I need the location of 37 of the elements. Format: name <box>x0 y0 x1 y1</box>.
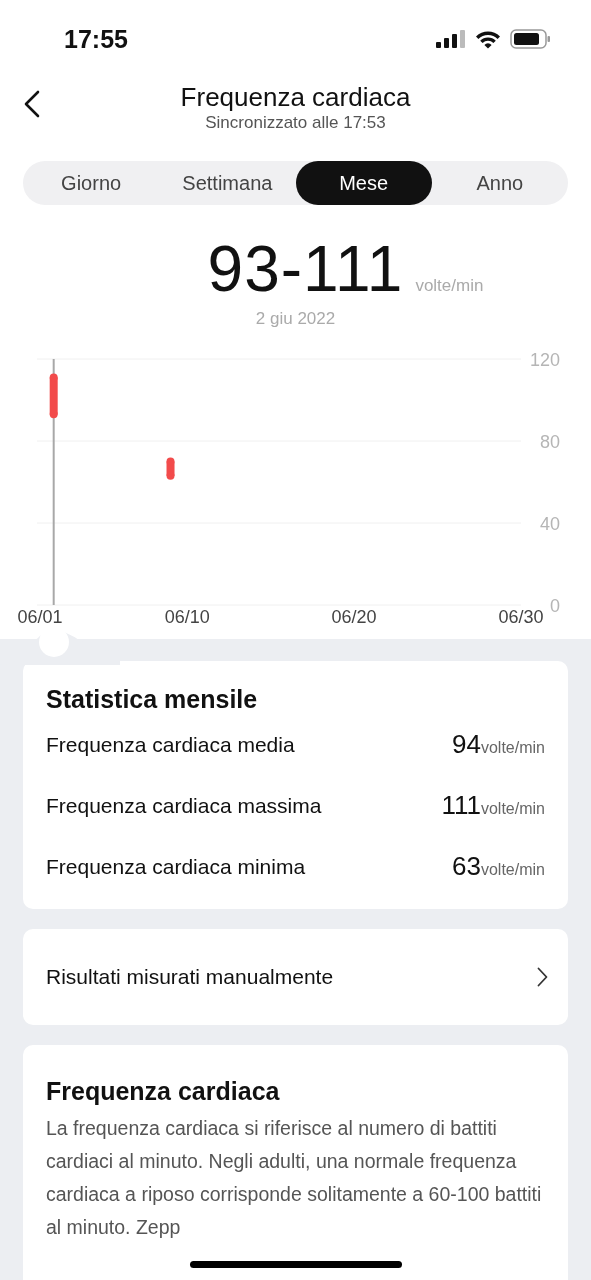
heart-rate-range: 93-111 <box>207 233 404 305</box>
wifi-icon <box>475 29 501 49</box>
stat-value: 94 <box>452 729 481 760</box>
period-tab[interactable]: Mese <box>295 161 432 205</box>
x-axis-label: 06/20 <box>331 607 377 627</box>
page-title: Frequenza cardiaca <box>180 82 411 112</box>
x-axis-label: 06/01 <box>17 607 63 627</box>
y-axis-label: 120 <box>529 350 560 370</box>
y-axis-label: 0 <box>550 596 560 616</box>
date-label: 2 giu 2022 <box>255 309 336 329</box>
x-axis-label: 06/10 <box>164 607 210 627</box>
back-icon[interactable] <box>24 90 40 118</box>
card-title: Frequenza cardiaca <box>46 1076 281 1106</box>
stat-value: 111 <box>441 790 481 821</box>
info-text: La frequenza cardiaca si riferisce al numero di battiti cardiaci al minuto. Negli adulti, una normale frequenza cardiaca a riposo corrisponde solitamente a 60-100 battiti al minuto. Zepp <box>46 1116 543 1240</box>
stat-unit: volte/min <box>480 861 545 879</box>
manual-results-row[interactable]: Risultati misurati manualmente <box>23 929 568 1025</box>
stat-label: Frequenza cardiaca massima <box>46 793 322 818</box>
manual-results-label: Risultati misurati manualmente <box>46 965 334 989</box>
period-tab[interactable]: Anno <box>431 161 568 205</box>
card-title: Statistica mensile <box>46 684 259 714</box>
unit-label: volte/min <box>415 276 484 296</box>
period-tab[interactable]: Settimana <box>159 161 296 205</box>
signal-icon <box>436 30 466 48</box>
stat-unit: volte/min <box>480 800 545 818</box>
y-axis-label: 80 <box>539 432 560 452</box>
stat-unit: volte/min <box>480 739 545 757</box>
stat-label: Frequenza cardiaca media <box>46 732 295 757</box>
sync-status: Sincronizzato alle 17:53 <box>205 112 386 134</box>
x-axis-label: 06/30 <box>498 607 544 627</box>
stat-label: Frequenza cardiaca minima <box>46 854 306 879</box>
chevron-right-icon <box>537 967 548 987</box>
stat-value: 63 <box>452 851 481 882</box>
battery-icon <box>510 29 551 49</box>
period-tab[interactable]: Giorno <box>23 161 160 205</box>
y-axis-label: 40 <box>539 514 560 534</box>
status-time: 17:55 <box>64 24 128 54</box>
